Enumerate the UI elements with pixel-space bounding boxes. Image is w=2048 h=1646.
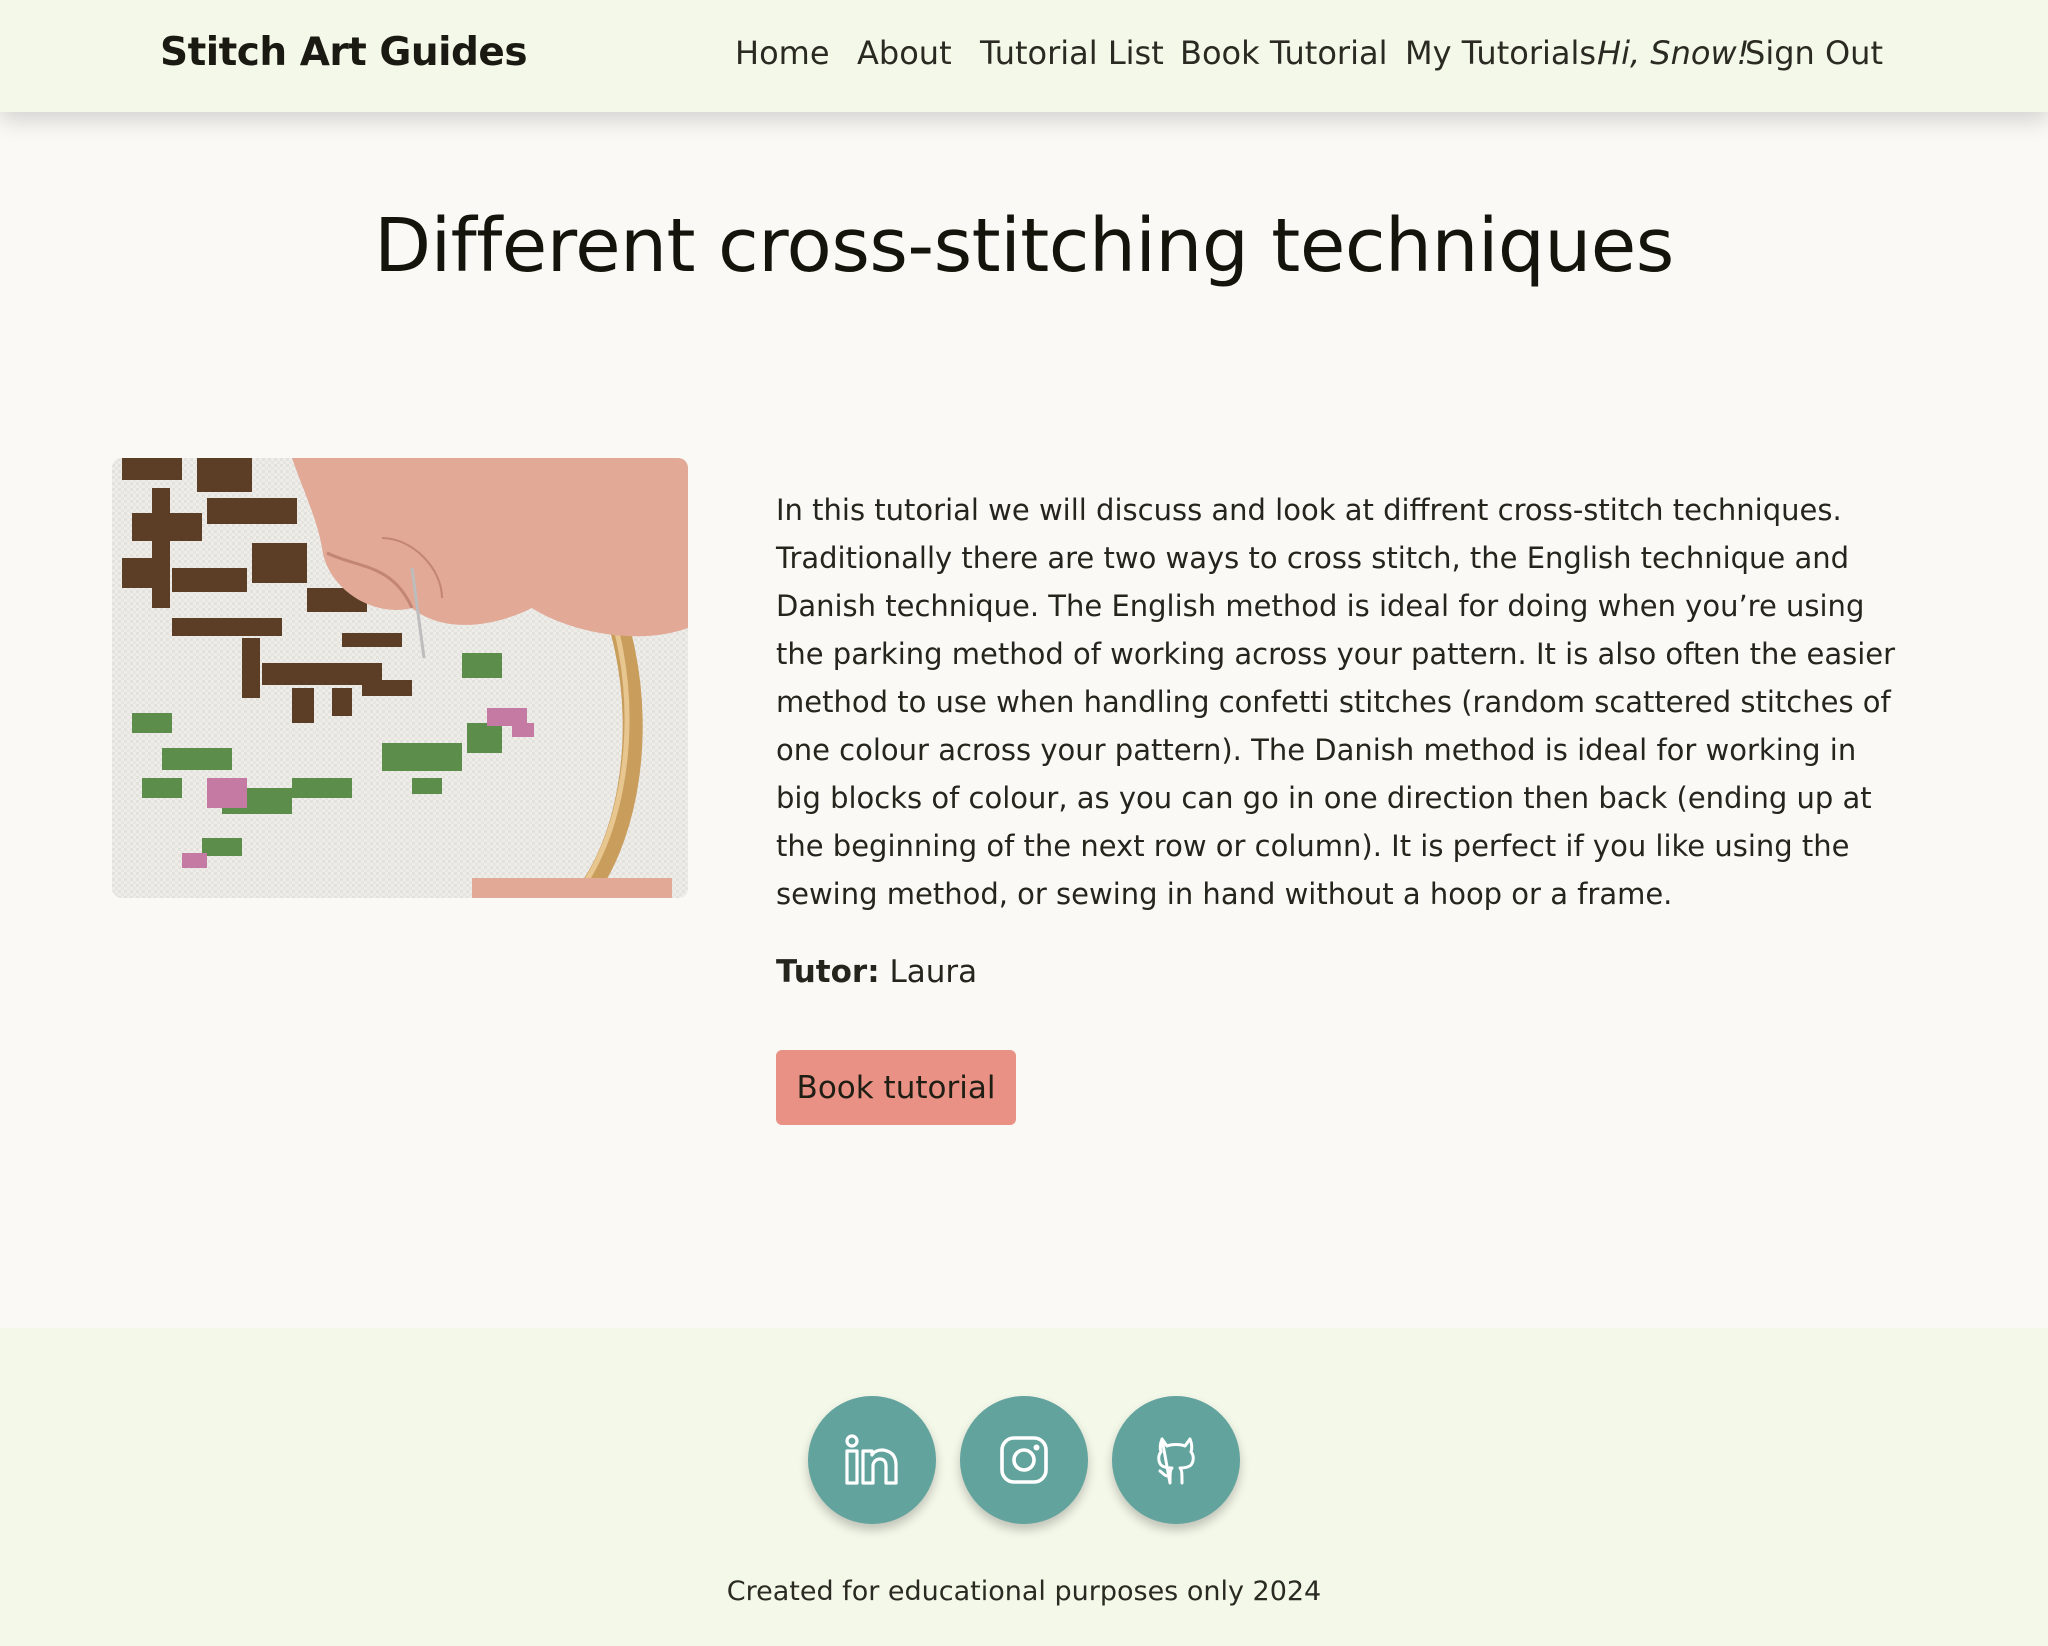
linkedin-link[interactable] <box>808 1396 936 1524</box>
tutor-name: Laura <box>889 954 978 990</box>
sign-out-link[interactable]: Sign Out <box>1745 34 1883 72</box>
instagram-icon <box>1000 1436 1048 1484</box>
tutorial-description: In this tutorial we will discuss and loo… <box>776 493 1896 911</box>
page-title: Different cross-stitching techniques <box>374 203 1674 289</box>
nav-link-home[interactable]: Home <box>735 34 830 72</box>
navbar: Stitch Art Guides Home About Tutorial Li… <box>0 0 2048 112</box>
book-tutorial-button[interactable]: Book tutorial <box>776 1050 1016 1125</box>
nav-link-about[interactable]: About <box>857 34 952 72</box>
instagram-link[interactable] <box>960 1396 1088 1524</box>
nav-link-book-tutorial[interactable]: Book Tutorial <box>1180 34 1387 72</box>
footer-note: Created for educational purposes only 20… <box>726 1576 1322 1607</box>
footer: Created for educational purposes only 20… <box>0 1328 2048 1646</box>
tutor-info: Tutor: Laura <box>776 954 977 990</box>
brand-logo[interactable]: Stitch Art Guides <box>160 30 528 75</box>
nav-link-my-tutorials[interactable]: My Tutorials <box>1405 34 1596 72</box>
nav-link-tutorial-list[interactable]: Tutorial List <box>980 34 1164 72</box>
user-greeting: Hi, Snow! <box>1597 34 1750 72</box>
github-icon <box>1157 1437 1195 1485</box>
github-link[interactable] <box>1112 1396 1240 1524</box>
linkedin-icon <box>845 1434 898 1485</box>
tutor-label: Tutor: <box>776 954 880 990</box>
tutorial-image <box>112 458 688 898</box>
